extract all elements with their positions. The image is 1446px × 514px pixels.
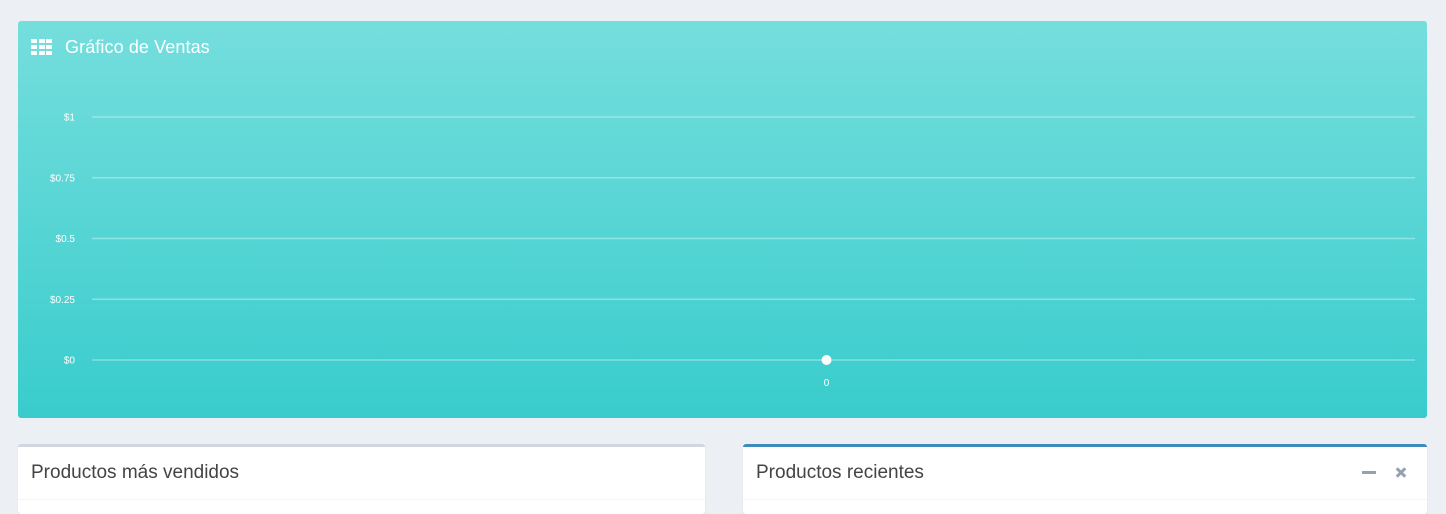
x-tick-label: 0 — [824, 378, 830, 389]
collapse-button[interactable] — [1361, 464, 1377, 480]
y-tick-label: $0.75 — [50, 173, 75, 184]
remove-button[interactable] — [1393, 464, 1409, 480]
recent-products-box: Productos recientes — [743, 444, 1427, 514]
recent-products-header: Productos recientes — [743, 447, 1427, 500]
top-products-box: Productos más vendidos — [18, 444, 705, 514]
y-tick-label: $0 — [64, 356, 76, 367]
y-tick-label: $0.25 — [50, 295, 75, 306]
sales-line-chart: $0 $0.25 $0.5 $0.75 $1 0 — [50, 113, 1415, 389]
top-products-header: Productos más vendidos — [18, 447, 705, 500]
recent-products-title: Productos recientes — [756, 462, 924, 483]
top-products-title: Productos más vendidos — [31, 462, 240, 483]
data-point[interactable] — [821, 355, 832, 365]
y-tick-label: $1 — [64, 113, 76, 124]
y-tick-label: $0.5 — [56, 234, 76, 245]
sales-chart-box: Gráfico de Ventas $0 $0.25 $0.5 $0.75 $1 0 — [18, 21, 1427, 418]
recent-products-tools — [1361, 464, 1409, 480]
